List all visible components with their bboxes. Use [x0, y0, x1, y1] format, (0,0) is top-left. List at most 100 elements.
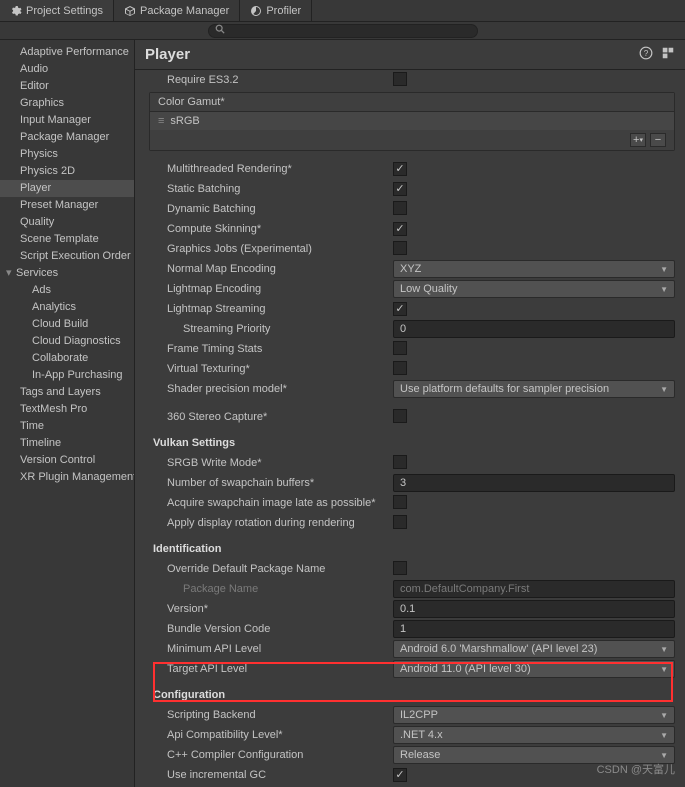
remove-button[interactable]: − — [650, 133, 666, 147]
profiler-icon — [250, 5, 262, 17]
sidebar-item[interactable]: Preset Manager — [0, 197, 134, 214]
configuration-section-header: Configuration — [135, 685, 685, 705]
field-label: Virtual Texturing* — [167, 363, 393, 375]
field-label: Use incremental GC — [167, 769, 393, 781]
srgb-write-checkbox[interactable] — [393, 455, 407, 469]
sidebar-item[interactable]: Editor — [0, 78, 134, 95]
swapchain-buffers-input[interactable]: 3 — [393, 474, 675, 492]
sidebar-item[interactable]: Cloud Build — [0, 316, 134, 333]
bundle-code-input[interactable]: 1 — [393, 620, 675, 638]
lightmap-encoding-dropdown[interactable]: Low Quality▼ — [393, 280, 675, 298]
help-icon[interactable]: ? — [639, 46, 653, 63]
field-label: Minimum API Level — [167, 643, 393, 655]
field-label: Compute Skinning* — [167, 223, 393, 235]
field-label: Version* — [167, 603, 393, 615]
tab-package-manager[interactable]: Package Manager — [114, 0, 240, 21]
sidebar-item[interactable]: Time — [0, 418, 134, 435]
sidebar-item[interactable]: Script Execution Order — [0, 248, 134, 265]
field-label: Override Default Package Name — [167, 563, 393, 575]
sidebar-item[interactable]: Quality — [0, 214, 134, 231]
graphics-jobs-checkbox[interactable] — [393, 241, 407, 255]
field-label: C++ Compiler Configuration — [167, 749, 393, 761]
field-label: Package Name — [183, 583, 393, 595]
shader-precision-dropdown[interactable]: Use platform defaults for sampler precis… — [393, 380, 675, 398]
acquire-late-checkbox[interactable] — [393, 495, 407, 509]
field-label: Frame Timing Stats — [167, 343, 393, 355]
field-label: Api Compatibility Level* — [167, 729, 393, 741]
sidebar-item[interactable]: In-App Purchasing — [0, 367, 134, 384]
field-label: Lightmap Streaming — [167, 303, 393, 315]
chevron-down-icon: ▼ — [660, 751, 668, 760]
chevron-down-icon: ▼ — [660, 265, 668, 274]
sidebar-item[interactable]: Tags and Layers — [0, 384, 134, 401]
field-label: Lightmap Encoding — [167, 283, 393, 295]
field-label: Shader precision model* — [167, 383, 393, 395]
sidebar-item[interactable]: XR Plugin Management — [0, 469, 134, 486]
scripting-backend-dropdown[interactable]: IL2CPP▼ — [393, 706, 675, 724]
sidebar-item[interactable]: Version Control — [0, 452, 134, 469]
field-label: Dynamic Batching — [167, 203, 393, 215]
chevron-down-icon: ▼ — [660, 711, 668, 720]
sidebar-item[interactable]: Analytics — [0, 299, 134, 316]
field-label: Target API Level — [167, 663, 393, 675]
sidebar-item[interactable]: Physics 2D — [0, 163, 134, 180]
tab-profiler[interactable]: Profiler — [240, 0, 312, 21]
watermark: CSDN @天富儿 — [597, 761, 675, 777]
field-label: Bundle Version Code — [167, 623, 393, 635]
stereo-capture-checkbox[interactable] — [393, 409, 407, 423]
sidebar-item[interactable]: TextMesh Pro — [0, 401, 134, 418]
field-label: Static Batching — [167, 183, 393, 195]
virtual-texturing-checkbox[interactable] — [393, 361, 407, 375]
apply-rotation-checkbox[interactable] — [393, 515, 407, 529]
add-button[interactable]: +▾ — [630, 133, 646, 147]
chevron-down-icon: ▼ — [660, 385, 668, 394]
color-gamut-box: Color Gamut* ≡sRGB +▾ − — [149, 92, 675, 151]
list-item[interactable]: ≡sRGB — [150, 112, 674, 130]
sidebar-item[interactable]: Input Manager — [0, 112, 134, 129]
normal-map-dropdown[interactable]: XYZ▼ — [393, 260, 675, 278]
min-api-dropdown[interactable]: Android 6.0 'Marshmallow' (API level 23)… — [393, 640, 675, 658]
field-label: Require ES3.2 — [167, 74, 393, 86]
color-gamut-label: Color Gamut* — [150, 93, 674, 112]
package-icon — [124, 5, 136, 17]
chevron-down-icon: ▼ — [660, 645, 668, 654]
chevron-down-icon: ▾ — [6, 266, 16, 281]
target-api-dropdown[interactable]: Android 11.0 (API level 30)▼ — [393, 660, 675, 678]
api-compat-dropdown[interactable]: .NET 4.x▼ — [393, 726, 675, 744]
sidebar-item[interactable]: Timeline — [0, 435, 134, 452]
override-package-checkbox[interactable] — [393, 561, 407, 575]
sidebar-item[interactable]: Adaptive Performance — [0, 44, 134, 61]
settings-icon[interactable] — [661, 46, 675, 63]
incremental-gc-checkbox[interactable] — [393, 768, 407, 782]
field-label: Acquire swapchain image late as possible… — [167, 497, 393, 509]
streaming-priority-input[interactable]: 0 — [393, 320, 675, 338]
tab-label: Profiler — [266, 5, 301, 17]
search-input[interactable] — [208, 24, 478, 38]
sidebar-item[interactable]: Cloud Diagnostics — [0, 333, 134, 350]
sidebar-item[interactable]: Graphics — [0, 95, 134, 112]
static-batching-checkbox[interactable] — [393, 182, 407, 196]
sidebar-item[interactable]: Scene Template — [0, 231, 134, 248]
compute-skinning-checkbox[interactable] — [393, 222, 407, 236]
require-es32-checkbox[interactable] — [393, 72, 407, 86]
multithreaded-checkbox[interactable] — [393, 162, 407, 176]
page-title: Player — [145, 46, 190, 63]
tab-project-settings[interactable]: Project Settings — [0, 0, 114, 21]
sidebar-item[interactable]: Collaborate — [0, 350, 134, 367]
dynamic-batching-checkbox[interactable] — [393, 201, 407, 215]
vulkan-section-header: Vulkan Settings — [135, 433, 685, 453]
sidebar-item[interactable]: Physics — [0, 146, 134, 163]
sidebar-item-player[interactable]: Player — [0, 180, 134, 197]
frame-timing-checkbox[interactable] — [393, 341, 407, 355]
field-label: 360 Stereo Capture* — [167, 411, 393, 423]
identification-section-header: Identification — [135, 539, 685, 559]
sidebar-item[interactable]: Ads — [0, 282, 134, 299]
sidebar-item-services[interactable]: ▾Services — [0, 265, 134, 282]
field-label: Streaming Priority — [183, 323, 393, 335]
sidebar-item[interactable]: Audio — [0, 61, 134, 78]
lightmap-streaming-checkbox[interactable] — [393, 302, 407, 316]
field-label: Graphics Jobs (Experimental) — [167, 243, 393, 255]
sidebar-item[interactable]: Package Manager — [0, 129, 134, 146]
version-input[interactable]: 0.1 — [393, 600, 675, 618]
field-label: Normal Map Encoding — [167, 263, 393, 275]
